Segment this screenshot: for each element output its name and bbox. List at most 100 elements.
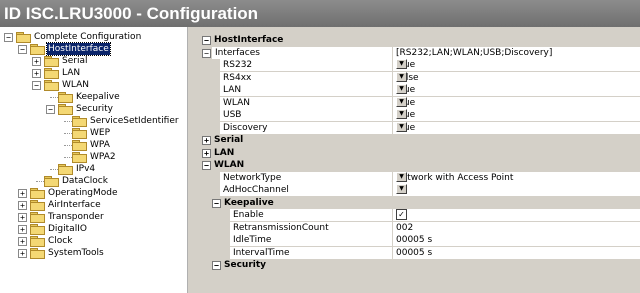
property-value-cell[interactable]: 00005 s	[392, 234, 640, 247]
tree-node-label[interactable]: AirInterface	[47, 199, 102, 211]
tree-node-hostinterface[interactable]: − HostInterface	[0, 42, 187, 56]
property-value-cell[interactable]: True▼	[392, 84, 640, 97]
tree-node-label[interactable]: ServiceSetIdentifier	[89, 115, 180, 127]
expand-icon[interactable]: +	[18, 225, 27, 234]
property-value[interactable]: 00005 s	[396, 247, 432, 259]
tree-node-digitalio[interactable]: + DigitalIO	[0, 223, 187, 235]
grid-property-adhocchannel[interactable]: AdHocChannel 1▼	[194, 184, 640, 197]
tree-node-label[interactable]: WEP	[89, 127, 111, 139]
tree-node-label[interactable]: DigitalIO	[47, 223, 88, 235]
dropdown-arrow-icon[interactable]: ▼	[396, 184, 407, 194]
grid-property-discovery[interactable]: Discovery True▼	[194, 121, 640, 135]
expand-icon[interactable]: +	[18, 237, 27, 246]
property-value[interactable]: [RS232;LAN;WLAN;USB;Discovery]	[396, 47, 552, 59]
grid-category-serial[interactable]: + Serial	[194, 134, 640, 146]
tree-node-label[interactable]: Complete Configuration	[33, 31, 142, 43]
tree-node-dataclock[interactable]: DataClock	[0, 175, 187, 187]
tree-node-label[interactable]: SystemTools	[47, 247, 105, 259]
configuration-tree[interactable]: − Complete Configuration − HostInterface + Se…	[0, 27, 188, 293]
tree-node-label[interactable]: DataClock	[61, 175, 109, 187]
expand-icon[interactable]: +	[18, 249, 27, 258]
collapse-icon[interactable]: −	[212, 261, 221, 270]
property-value-cell[interactable]: ✓	[392, 209, 640, 222]
tree-node-clock[interactable]: + Clock	[0, 235, 187, 247]
property-value-cell[interactable]: network with Access Point ▼	[392, 171, 640, 185]
tree-node-wlan[interactable]: − WLAN	[0, 79, 187, 91]
property-value[interactable]: 00005 s	[396, 234, 432, 246]
property-value[interactable]: 002	[396, 222, 413, 234]
tree-node-label[interactable]: OperatingMode	[47, 187, 119, 199]
property-value-cell[interactable]: False ▼	[392, 71, 640, 85]
dropdown-arrow-icon[interactable]: ▼	[396, 84, 407, 94]
tree-node-servicesetidentifier[interactable]: ServiceSetIdentifier	[0, 115, 187, 127]
tree-node-label[interactable]: WPA2	[89, 151, 117, 163]
expand-icon[interactable]: +	[202, 148, 211, 158]
tree-node-keepalive[interactable]: Keepalive	[0, 91, 187, 103]
grid-property-interfaces[interactable]: Interfaces − [RS232;LAN;WLAN;USB;Discovery…	[194, 46, 640, 60]
tree-node-serial[interactable]: + Serial	[0, 55, 187, 67]
collapse-icon[interactable]: −	[202, 36, 211, 45]
expand-icon[interactable]: +	[18, 213, 27, 222]
dropdown-arrow-icon[interactable]: ▼	[396, 171, 407, 182]
expand-icon[interactable]: +	[18, 189, 27, 198]
grid-category-lan[interactable]: + LAN	[194, 146, 640, 159]
grid-property-idletime[interactable]: IdleTime 00005 s	[194, 234, 640, 247]
property-value-cell[interactable]: 1▼	[392, 184, 640, 197]
collapse-icon[interactable]: −	[202, 161, 211, 170]
expand-icon[interactable]: +	[32, 69, 41, 78]
grid-property-intervaltime[interactable]: IntervalTime 00005 s	[194, 246, 640, 260]
tree-node-transponder[interactable]: + Transponder	[0, 211, 187, 223]
grid-property-rs4xx[interactable]: RS4xx False ▼	[194, 71, 640, 85]
property-value-cell[interactable]: 00005 s	[392, 246, 640, 260]
collapse-icon[interactable]: −	[18, 45, 27, 54]
expand-icon[interactable]: +	[202, 136, 211, 145]
tree-node-wpa2[interactable]: WPA2	[0, 151, 187, 163]
expand-icon[interactable]: +	[32, 57, 41, 66]
enable-checkbox[interactable]: ✓	[396, 209, 407, 220]
property-value-cell[interactable]: True▼	[392, 109, 640, 122]
grid-category-keepalive[interactable]: − Keepalive	[194, 196, 640, 209]
tree-node-label[interactable]: Clock	[47, 235, 73, 247]
dropdown-arrow-icon[interactable]: ▼	[396, 121, 407, 132]
dropdown-arrow-icon[interactable]: ▼	[396, 109, 407, 119]
tree-node-label[interactable]: WLAN	[61, 79, 90, 91]
tree-node-wep[interactable]: WEP	[0, 127, 187, 139]
tree-node-complete-configuration[interactable]: − Complete Configuration	[0, 31, 187, 43]
dropdown-arrow-icon[interactable]: ▼	[396, 59, 407, 69]
collapse-icon[interactable]: −	[46, 105, 55, 114]
tree-node-operatingmode[interactable]: + OperatingMode	[0, 187, 187, 199]
grid-category-security[interactable]: − Security	[194, 259, 640, 271]
tree-node-ipv4[interactable]: IPv4	[0, 163, 187, 175]
tree-node-label[interactable]: WPA	[89, 139, 111, 151]
property-value[interactable]: network with Access Point	[396, 172, 513, 184]
grid-property-rs232[interactable]: RS232 True▼	[194, 59, 640, 72]
grid-property-retransmissioncount[interactable]: RetransmissionCount 002	[194, 221, 640, 235]
dropdown-arrow-icon[interactable]: ▼	[396, 71, 407, 82]
tree-node-label[interactable]: Keepalive	[75, 91, 121, 103]
tree-node-airinterface[interactable]: + AirInterface	[0, 199, 187, 211]
grid-property-networktype[interactable]: NetworkType network with Access Point ▼	[194, 171, 640, 185]
tree-node-wpa[interactable]: WPA	[0, 139, 187, 151]
tree-node-lan[interactable]: + LAN	[0, 67, 187, 79]
collapse-icon[interactable]: −	[32, 81, 41, 90]
tree-node-label[interactable]: Security	[75, 103, 114, 115]
collapse-icon[interactable]: −	[4, 33, 13, 42]
grid-property-enable[interactable]: Enable ✓	[194, 209, 640, 222]
tree-node-label[interactable]: HostInterface	[46, 42, 111, 56]
tree-node-label[interactable]: Serial	[61, 55, 88, 67]
expand-icon[interactable]: +	[18, 201, 27, 210]
property-value-cell[interactable]: [RS232;LAN;WLAN;USB;Discovery]	[392, 46, 640, 60]
tree-node-label[interactable]: Transponder	[47, 211, 105, 223]
grid-category-hostinterface[interactable]: − HostInterface	[194, 34, 640, 46]
grid-property-usb[interactable]: USB True▼	[194, 109, 640, 122]
grid-category-wlan[interactable]: − WLAN	[194, 159, 640, 171]
property-value-cell[interactable]: 002	[392, 221, 640, 235]
tree-node-systemtools[interactable]: + SystemTools	[0, 247, 187, 259]
grid-property-wlan[interactable]: WLAN True▼	[194, 96, 640, 110]
grid-property-lan[interactable]: LAN True▼	[194, 84, 640, 97]
tree-node-security[interactable]: − Security	[0, 103, 187, 115]
property-value-cell[interactable]: True▼	[392, 96, 640, 110]
dropdown-arrow-icon[interactable]: ▼	[396, 96, 407, 107]
collapse-icon[interactable]: −	[202, 48, 211, 58]
property-grid[interactable]: − HostInterface Interfaces − [RS232;LAN;WLAN…	[194, 27, 640, 293]
